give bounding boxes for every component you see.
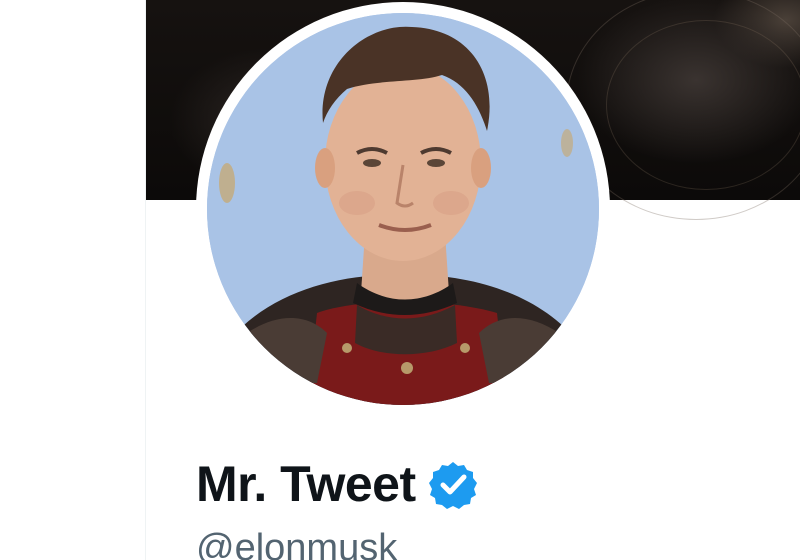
profile-handle: @elonmusk (196, 527, 398, 560)
verified-badge-icon[interactable] (428, 460, 478, 510)
avatar-photo (207, 13, 599, 405)
banner-decoration (606, 20, 800, 190)
display-name: Mr. Tweet (196, 456, 416, 512)
profile-name-row: Mr. Tweet (196, 452, 478, 516)
profile-page: Mr. Tweet @elonmusk (0, 0, 800, 560)
avatar[interactable] (207, 13, 599, 405)
